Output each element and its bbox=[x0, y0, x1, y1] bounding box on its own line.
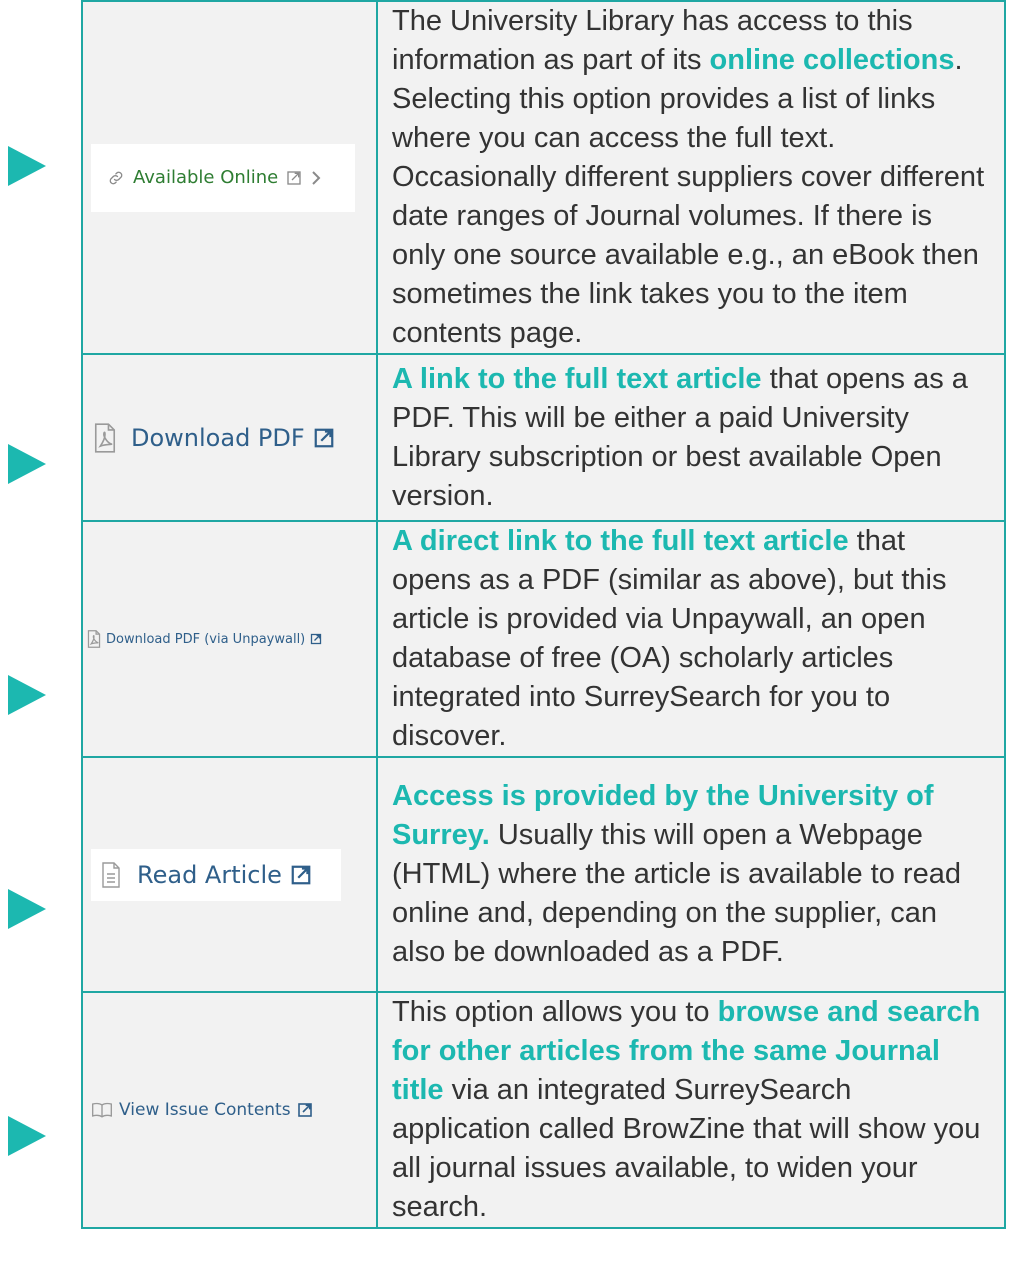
available-online-button[interactable]: Available Online bbox=[91, 143, 355, 212]
pointer-arrow-icon bbox=[8, 889, 46, 929]
download-pdf-unpaywall-button[interactable]: Download PDF (via Unpaywall) bbox=[87, 619, 370, 659]
button-label: Download PDF (via Unpaywall) bbox=[106, 631, 306, 647]
table-row: Read Article Access is provided by the U… bbox=[81, 756, 1006, 993]
external-link-icon bbox=[286, 170, 302, 186]
pdf-icon bbox=[87, 630, 101, 648]
button-cell: Available Online bbox=[81, 0, 378, 355]
access-options-table: Available Online The University Library … bbox=[81, 0, 1006, 1229]
table-row: View Issue Contents This option allows y… bbox=[81, 991, 1006, 1229]
description-cell: A link to the full text article that ope… bbox=[376, 353, 1006, 522]
table-row: Download PDF A link to the full text art… bbox=[81, 353, 1006, 522]
description-cell: This option allows you to browse and sea… bbox=[376, 991, 1006, 1229]
download-pdf-button[interactable]: Download PDF bbox=[89, 408, 370, 468]
link-icon bbox=[107, 169, 125, 187]
button-label: Available Online bbox=[133, 167, 279, 188]
button-cell: Download PDF bbox=[81, 353, 378, 522]
highlight-text: online collections bbox=[709, 44, 955, 76]
pointer-arrow-icon bbox=[8, 146, 46, 186]
button-label: Read Article bbox=[137, 860, 282, 889]
external-link-icon bbox=[297, 1102, 313, 1118]
read-article-button[interactable]: Read Article bbox=[91, 848, 341, 901]
chevron-right-icon bbox=[310, 170, 322, 186]
description-text: via an integrated SurreySearch applicati… bbox=[392, 1074, 981, 1223]
open-book-icon bbox=[91, 1101, 113, 1119]
pointer-arrow-icon bbox=[8, 444, 46, 484]
button-label: View Issue Contents bbox=[119, 1100, 291, 1120]
description-text: . Selecting this option provides a list … bbox=[392, 44, 985, 349]
button-cell: Read Article bbox=[81, 756, 378, 993]
pdf-icon bbox=[93, 422, 117, 453]
pointer-arrow-icon bbox=[8, 675, 46, 715]
description-text: This option allows you to bbox=[392, 996, 718, 1028]
highlight-text: A direct link to the full text article bbox=[392, 525, 849, 557]
description-cell: The University Library has access to thi… bbox=[376, 0, 1006, 355]
view-issue-contents-button[interactable]: View Issue Contents bbox=[91, 1090, 370, 1130]
external-link-icon bbox=[290, 864, 312, 886]
pointer-arrow-icon bbox=[8, 1116, 46, 1156]
external-link-icon bbox=[310, 633, 322, 645]
button-cell: View Issue Contents bbox=[81, 991, 378, 1229]
document-icon bbox=[101, 861, 121, 888]
external-link-icon bbox=[313, 427, 335, 449]
description-cell: Access is provided by the University of … bbox=[376, 756, 1006, 993]
button-label: Download PDF bbox=[131, 423, 305, 452]
table-row: Available Online The University Library … bbox=[81, 0, 1006, 355]
highlight-text: A link to the full text article bbox=[392, 362, 762, 395]
button-cell: Download PDF (via Unpaywall) bbox=[81, 520, 378, 758]
description-cell: A direct link to the full text article t… bbox=[376, 520, 1006, 758]
table-row: Download PDF (via Unpaywall) A direct li… bbox=[81, 520, 1006, 758]
description-text: that opens as a PDF (similar as above), … bbox=[392, 525, 947, 752]
